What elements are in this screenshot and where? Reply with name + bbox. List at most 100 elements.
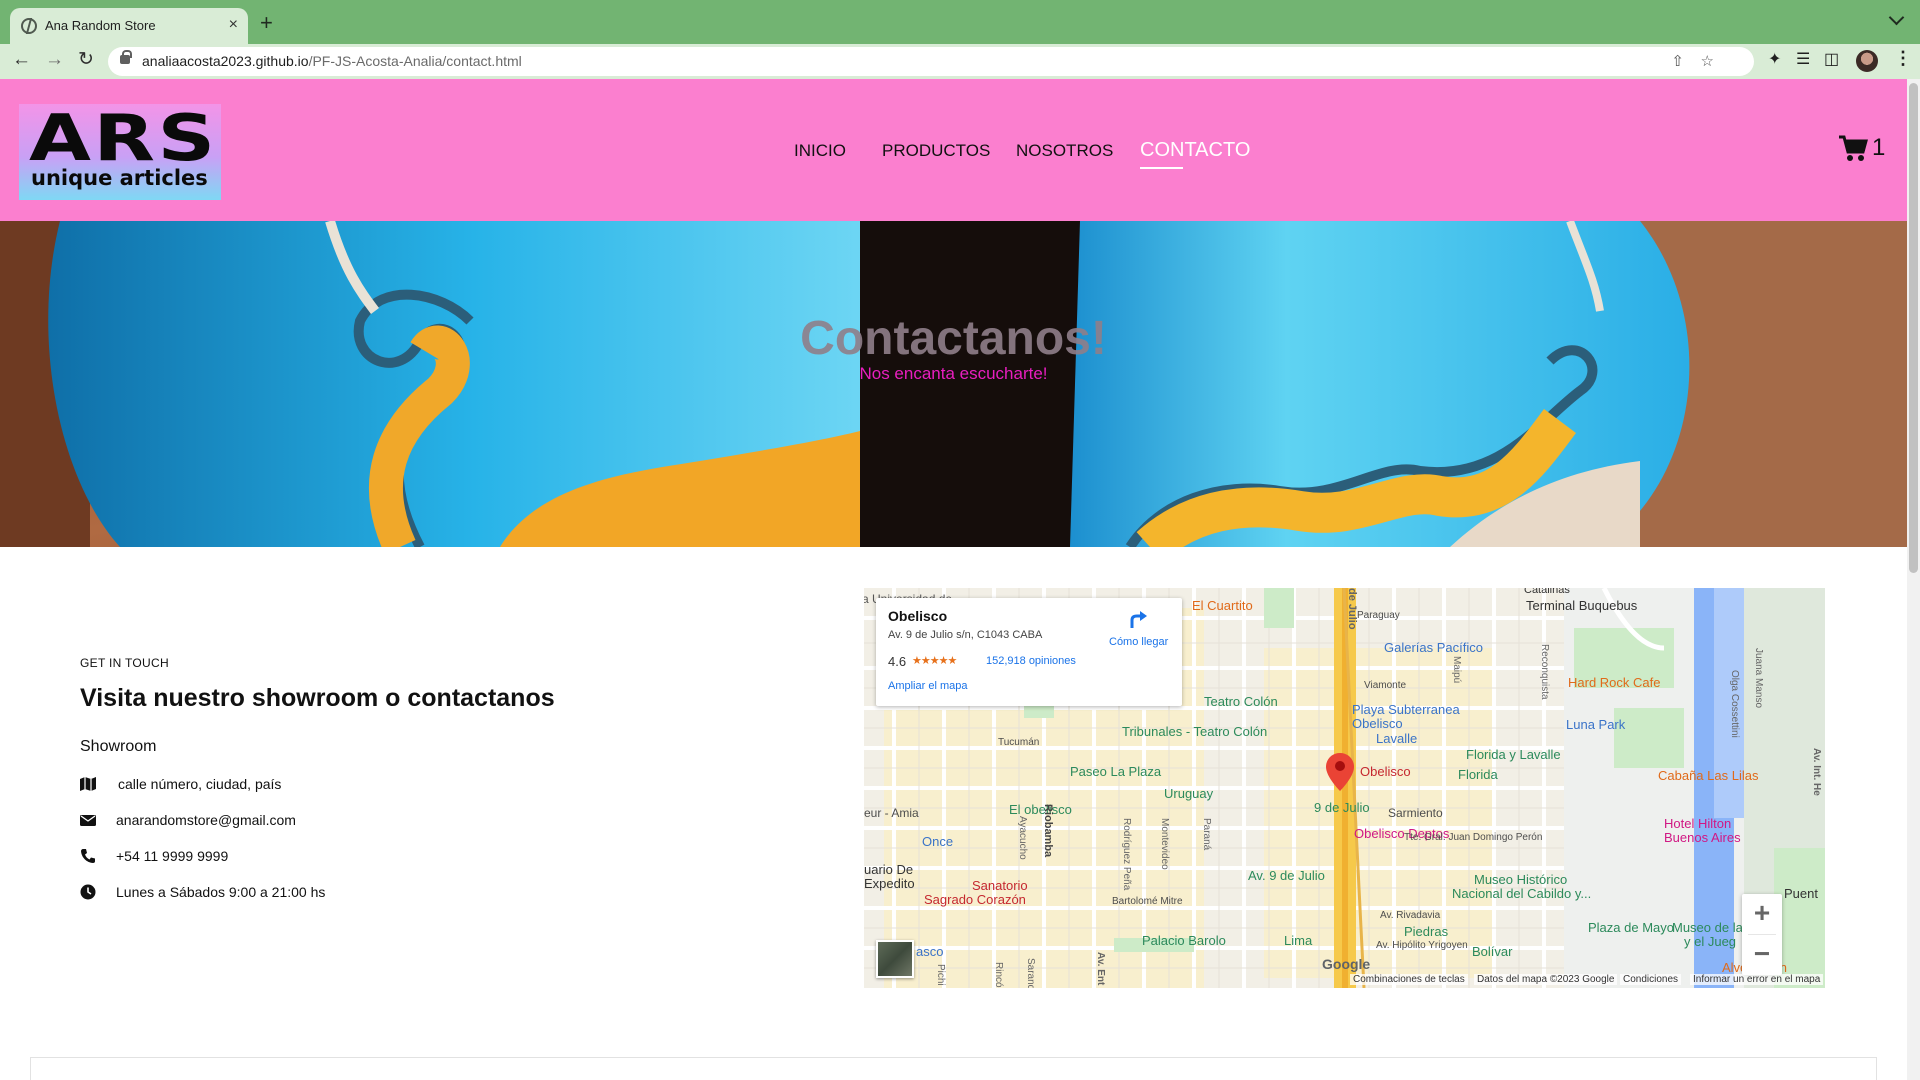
nav-link-contacto[interactable]: CONTACTO bbox=[1140, 139, 1250, 162]
map-label: Florida bbox=[1458, 767, 1498, 782]
directions-icon[interactable] bbox=[1128, 610, 1148, 630]
map-label: Olga Cossettini bbox=[1729, 670, 1740, 738]
map-label: Hotel Hilton bbox=[1664, 816, 1732, 831]
map-label: Galerías Pacífico bbox=[1384, 640, 1483, 655]
browser-tab[interactable]: Ana Random Store × bbox=[10, 8, 248, 44]
map-label: Bolívar bbox=[1472, 944, 1513, 959]
map-label: Palacio Barolo bbox=[1142, 933, 1226, 948]
url-text[interactable]: analiaacosta2023.github.io/PF-JS-Acosta-… bbox=[142, 53, 522, 69]
location-pin-icon[interactable] bbox=[1326, 753, 1354, 791]
map-label: Museo Histórico bbox=[1474, 872, 1568, 887]
back-arrow-icon[interactable]: ← bbox=[12, 48, 31, 72]
showroom-label: Showroom bbox=[80, 738, 157, 755]
cart-icon bbox=[1839, 135, 1868, 161]
expand-map-link[interactable]: Ampliar el mapa bbox=[888, 680, 967, 692]
address-bar[interactable]: analiaacosta2023.github.io/PF-JS-Acosta-… bbox=[108, 47, 1754, 76]
reload-icon[interactable]: ↻ bbox=[78, 48, 94, 72]
map-label: Riobamba bbox=[1042, 804, 1054, 858]
map-label: Ayacucho bbox=[1017, 816, 1028, 860]
share-icon[interactable]: ⇧ bbox=[1671, 52, 1684, 70]
logo-tagline: unique articles bbox=[31, 166, 208, 190]
map-label: Playa Subterranea bbox=[1352, 702, 1460, 717]
clock-icon bbox=[80, 884, 96, 900]
nav-link-productos[interactable]: PRODUCTOS bbox=[882, 141, 990, 161]
new-tab-button[interactable]: + bbox=[260, 12, 273, 34]
star-icon[interactable]: ☆ bbox=[1701, 52, 1714, 70]
map-label: Sarmiento bbox=[1388, 806, 1443, 820]
side-panel-icon[interactable]: ◫ bbox=[1824, 49, 1839, 69]
email-text[interactable]: anarandomstore@gmail.com bbox=[116, 812, 296, 828]
map-label: Uruguay bbox=[1164, 786, 1214, 801]
reviews-link[interactable]: 152,918 opiniones bbox=[986, 655, 1076, 667]
close-tab-icon[interactable]: × bbox=[229, 16, 238, 34]
page-scrollbar[interactable] bbox=[1907, 79, 1920, 1080]
map-label: Sagrado Corazón bbox=[924, 892, 1026, 907]
rating-stars-icon: ★★★★★ bbox=[912, 655, 957, 667]
browser-tab-bar: Ana Random Store × + bbox=[0, 0, 1920, 44]
globe-icon bbox=[21, 18, 37, 34]
map-label: Lima bbox=[1284, 933, 1313, 948]
map-label: Av. 9 de Julio bbox=[1248, 868, 1325, 883]
map-label: Obelisco bbox=[1360, 764, 1411, 779]
nav-link-inicio[interactable]: INICIO bbox=[794, 141, 846, 161]
nav-link-nosotros[interactable]: NOSOTROS bbox=[1016, 141, 1113, 161]
hours-text: Lunes a Sábados 9:00 a 21:00 hs bbox=[116, 884, 326, 900]
map-label: Bartolomé Mitre bbox=[1112, 896, 1183, 907]
zoom-out-button[interactable]: − bbox=[1742, 935, 1782, 975]
embedded-map[interactable]: a Universidad de El Cuartito Catalinas T… bbox=[864, 588, 1825, 988]
map-label: 9 de Julio bbox=[1314, 800, 1370, 815]
map-label: Catalinas bbox=[1524, 588, 1570, 596]
map-label: Teatro Colón bbox=[1204, 694, 1278, 709]
map-label: Viamonte bbox=[1364, 680, 1407, 691]
map-label: Paraguay bbox=[1357, 610, 1400, 621]
form-card bbox=[30, 1057, 1877, 1080]
map-label: Sanatorio bbox=[972, 878, 1028, 893]
logo-title: ARS bbox=[29, 102, 218, 176]
map-label: Paseo La Plaza bbox=[1070, 764, 1162, 779]
map-label: uario De bbox=[864, 862, 914, 877]
map-label: Av. Rivadavia bbox=[1380, 910, 1441, 921]
map-label: Buenos Aires bbox=[1664, 830, 1741, 845]
map-label: Puent bbox=[1784, 886, 1818, 901]
map-label: El Cuartito bbox=[1192, 598, 1253, 613]
hero-title: Contactanos! bbox=[800, 312, 1107, 365]
envelope-icon bbox=[80, 815, 96, 826]
keyboard-shortcuts-link[interactable]: Combinaciones de teclas bbox=[1350, 974, 1468, 985]
place-name: Obelisco bbox=[888, 608, 948, 624]
map-label: Montevideo bbox=[1159, 818, 1170, 870]
map-label: de Julio bbox=[1346, 588, 1358, 630]
chevron-down-icon[interactable] bbox=[1888, 9, 1905, 26]
scrollbar-thumb[interactable] bbox=[1909, 83, 1918, 573]
map-label: Expedito bbox=[864, 876, 915, 891]
avatar[interactable] bbox=[1856, 50, 1878, 72]
map-label: Piedras bbox=[1404, 924, 1449, 939]
map-label: Hard Rock Cafe bbox=[1568, 675, 1661, 690]
lock-icon[interactable] bbox=[120, 50, 132, 64]
page-viewport: ARS unique articles INICIO PRODUCTOS NOS… bbox=[0, 79, 1920, 1080]
map-label: Terminal Buquebus bbox=[1526, 598, 1638, 613]
report-error-link[interactable]: Informar un error en el mapa bbox=[1690, 974, 1824, 985]
map-label: Maipú bbox=[1451, 656, 1462, 684]
phone-text[interactable]: +54 11 9999 9999 bbox=[116, 848, 228, 864]
forward-arrow-icon[interactable]: → bbox=[45, 48, 64, 72]
hero-banner: Contactanos! Nos encanta escucharte! bbox=[0, 221, 1907, 547]
map-label: Juana Manso bbox=[1753, 648, 1764, 709]
map-label: Once bbox=[922, 834, 954, 849]
hero-subtitle: Nos encanta escucharte! bbox=[859, 364, 1048, 383]
terms-link[interactable]: Condiciones bbox=[1620, 974, 1682, 985]
active-nav-underline bbox=[1140, 167, 1183, 169]
map-label: Plaza de Mayo bbox=[1588, 920, 1674, 935]
directions-link[interactable]: Cómo llegar bbox=[1109, 636, 1168, 648]
extensions-icon[interactable]: ✦ bbox=[1768, 49, 1781, 69]
kebab-menu-icon[interactable]: ⋮ bbox=[1894, 48, 1912, 69]
map-footer: Combinaciones de teclas Datos del mapa ©… bbox=[864, 972, 1825, 988]
zoom-in-button[interactable]: + bbox=[1742, 894, 1782, 934]
map-label: Cabaña Las Lilas bbox=[1658, 768, 1759, 783]
place-address: Av. 9 de Julio s/n, C1043 CABA bbox=[888, 629, 1043, 641]
logo[interactable]: ARS unique articles bbox=[19, 104, 221, 200]
media-icon[interactable]: ☰ bbox=[1796, 49, 1810, 69]
contact-heading: Visita nuestro showroom o contactanos bbox=[80, 684, 555, 712]
hero-background-image bbox=[0, 221, 1907, 547]
map-label: Reconquista bbox=[1539, 644, 1550, 700]
map-label: Rodríguez Peña bbox=[1121, 818, 1132, 891]
